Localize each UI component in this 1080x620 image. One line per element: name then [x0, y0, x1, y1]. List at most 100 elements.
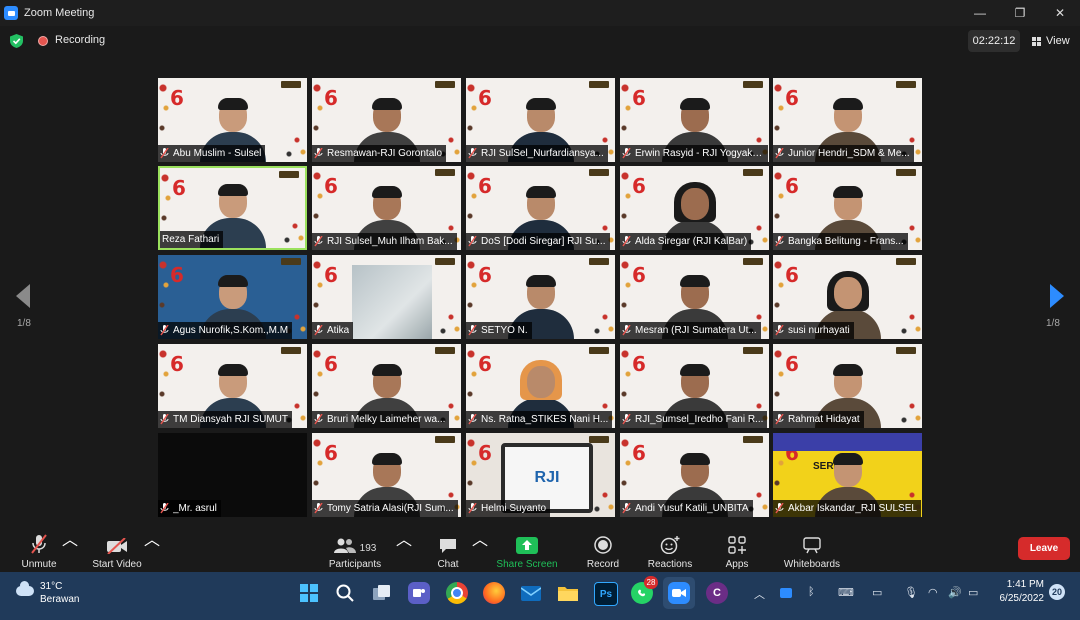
leave-button[interactable]: Leave: [1018, 537, 1070, 560]
close-button[interactable]: ✕: [1040, 0, 1080, 26]
participant-name: Alda Siregar (RJI KalBar): [635, 236, 748, 247]
video-tile[interactable]: 6 RJI Helmi Suyanto: [466, 433, 615, 517]
recording-icon: [38, 36, 48, 46]
reactions-button[interactable]: Reactions: [646, 526, 694, 572]
video-tile[interactable]: 6 SETYO N.: [466, 255, 615, 339]
record-label: Record: [586, 559, 620, 570]
video-tile[interactable]: 6 susi nurhayati: [773, 255, 922, 339]
audio-options-caret-icon[interactable]: ︿: [62, 526, 78, 550]
event-logo: [589, 258, 609, 265]
participant-name: Helmi Suyanto: [481, 503, 547, 514]
weather-widget[interactable]: 31°C Berawan: [16, 580, 79, 606]
video-tile[interactable]: 6 RJI SulSel_Nurfardiansya...: [466, 78, 615, 162]
grid-icon: [1032, 36, 1041, 46]
zoom-tray-icon[interactable]: [780, 588, 792, 598]
event-logo: [435, 81, 455, 88]
page-indicator-left: 1/8: [17, 318, 31, 329]
apps-icon: [728, 536, 746, 554]
windows-icon[interactable]: [298, 582, 320, 604]
event-logo: [589, 347, 609, 354]
start-video-button[interactable]: Start Video: [90, 526, 144, 572]
participant-name: susi nurhayati: [788, 325, 850, 336]
battery-icon[interactable]: ▭: [968, 586, 978, 599]
chat-button[interactable]: Chat: [430, 526, 466, 572]
file-explorer-icon[interactable]: [557, 582, 579, 604]
participant-nameplate: Ns. Ratna_STIKES Nani H...: [466, 411, 613, 428]
video-tile[interactable]: 6 Reza Fathari: [158, 166, 307, 250]
photoshop-icon[interactable]: Ps: [594, 582, 618, 606]
muted-mic-icon: [314, 414, 323, 425]
muted-mic-icon: [622, 503, 631, 514]
pen-icon[interactable]: ▭: [872, 586, 882, 599]
firefox-icon[interactable]: [483, 582, 505, 604]
video-tile[interactable]: 6 RJI Sulsel_Muh Ilham Bak...: [312, 166, 461, 250]
event-logo: [435, 436, 455, 443]
wifi-icon[interactable]: ◠: [928, 586, 938, 599]
microphone-icon[interactable]: 🎙: [904, 586, 918, 599]
task-view-icon[interactable]: [371, 582, 393, 604]
video-tile[interactable]: 6 Atika: [312, 255, 461, 339]
video-tile[interactable]: 6 Tomy Satria Alasi(RJI Sum...: [312, 433, 461, 517]
muted-mic-icon: [775, 148, 784, 159]
shield-icon[interactable]: [10, 34, 23, 48]
mail-icon[interactable]: [520, 582, 542, 604]
video-tile[interactable]: 6 TM Diansyah RJI SUMUT: [158, 344, 307, 428]
share-screen-label: Share Screen: [496, 559, 558, 570]
participants-caret-icon[interactable]: ︿: [396, 526, 412, 550]
chrome-icon[interactable]: [446, 582, 468, 604]
video-tile[interactable]: 6 Agus Nurofik,S.Kom.,M.M: [158, 255, 307, 339]
apps-button[interactable]: Apps: [720, 526, 754, 572]
anniversary-number: 6: [785, 352, 799, 376]
zoom-icon[interactable]: [668, 582, 690, 604]
unmute-button[interactable]: Unmute: [18, 526, 60, 572]
participant-nameplate: Reza Fathari: [160, 231, 224, 248]
participant-nameplate: Rahmat Hidayat: [773, 411, 864, 428]
keyboard-icon[interactable]: ⌨: [838, 586, 854, 599]
video-tile[interactable]: 6 Ns. Ratna_STIKES Nani H...: [466, 344, 615, 428]
video-tile[interactable]: 6 Mesran (RJI Sumatera Ut...: [620, 255, 769, 339]
bluetooth-icon[interactable]: ᛒ: [808, 586, 815, 598]
teams-icon[interactable]: [408, 582, 430, 604]
search-icon[interactable]: [334, 582, 356, 604]
record-button[interactable]: Record: [584, 526, 622, 572]
previous-page-icon[interactable]: [16, 284, 32, 308]
participants-label: Participants: [328, 559, 382, 570]
next-page-icon[interactable]: [1048, 284, 1064, 308]
video-tile[interactable]: 6 RJI_Sumsel_Iredho Fani R...: [620, 344, 769, 428]
recording-label[interactable]: Recording: [55, 34, 105, 46]
event-logo: [589, 81, 609, 88]
share-screen-button[interactable]: Share Screen: [496, 526, 558, 572]
whiteboards-button[interactable]: Whiteboards: [780, 526, 844, 572]
participants-button[interactable]: 193 Participants: [326, 526, 384, 572]
muted-mic-icon: [468, 148, 477, 159]
anniversary-number: 6: [170, 86, 184, 110]
video-tile[interactable]: 6 Andi Yusuf Katili_UNBITA: [620, 433, 769, 517]
chat-caret-icon[interactable]: ︿: [472, 526, 488, 550]
meeting-toolbar: Unmute ︿ Start Video ︿ 193 Participants …: [0, 526, 1080, 572]
show-hidden-icons-icon[interactable]: ︿: [754, 586, 765, 602]
video-tile[interactable]: 6 Abu Muslim - Sulsel: [158, 78, 307, 162]
view-button[interactable]: View: [1026, 30, 1074, 52]
video-tile[interactable]: 6 SERIES Akbar Iskandar_RJI SULSEL: [773, 433, 922, 517]
video-tile[interactable]: 6 Bruri Melky Laimeher wa...: [312, 344, 461, 428]
system-clock[interactable]: 1:41 PM 6/25/2022: [988, 578, 1045, 606]
video-tile[interactable]: 6 Alda Siregar (RJI KalBar): [620, 166, 769, 250]
minimize-button[interactable]: —: [960, 0, 1000, 26]
video-tile[interactable]: 6 Erwin Rasyid - RJI Yogyakarta: [620, 78, 769, 162]
volume-icon[interactable]: 🔊: [948, 586, 962, 599]
event-logo: [896, 258, 916, 265]
event-logo: [281, 81, 301, 88]
video-tile[interactable]: 6 Junior Hendri_SDM & Me...: [773, 78, 922, 162]
participant-nameplate: _Mr. asrul: [158, 500, 221, 517]
video-tile[interactable]: 6 Bangka Belitung - Frans...: [773, 166, 922, 250]
participant-nameplate: Bangka Belitung - Frans...: [773, 233, 908, 250]
notification-count[interactable]: 20: [1049, 584, 1065, 600]
video-tile[interactable]: 6 Resmawan-RJI Gorontalo: [312, 78, 461, 162]
video-tile[interactable]: 6 DoS [Dodi Siregar] RJI Su...: [466, 166, 615, 250]
app-icon[interactable]: C: [706, 582, 728, 604]
title-bar: Zoom Meeting — ❐ ✕: [0, 0, 1080, 26]
video-tile[interactable]: _Mr. asrul: [158, 433, 307, 517]
video-options-caret-icon[interactable]: ︿: [144, 526, 160, 550]
maximize-button[interactable]: ❐: [1000, 0, 1040, 26]
video-tile[interactable]: 6 Rahmat Hidayat: [773, 344, 922, 428]
